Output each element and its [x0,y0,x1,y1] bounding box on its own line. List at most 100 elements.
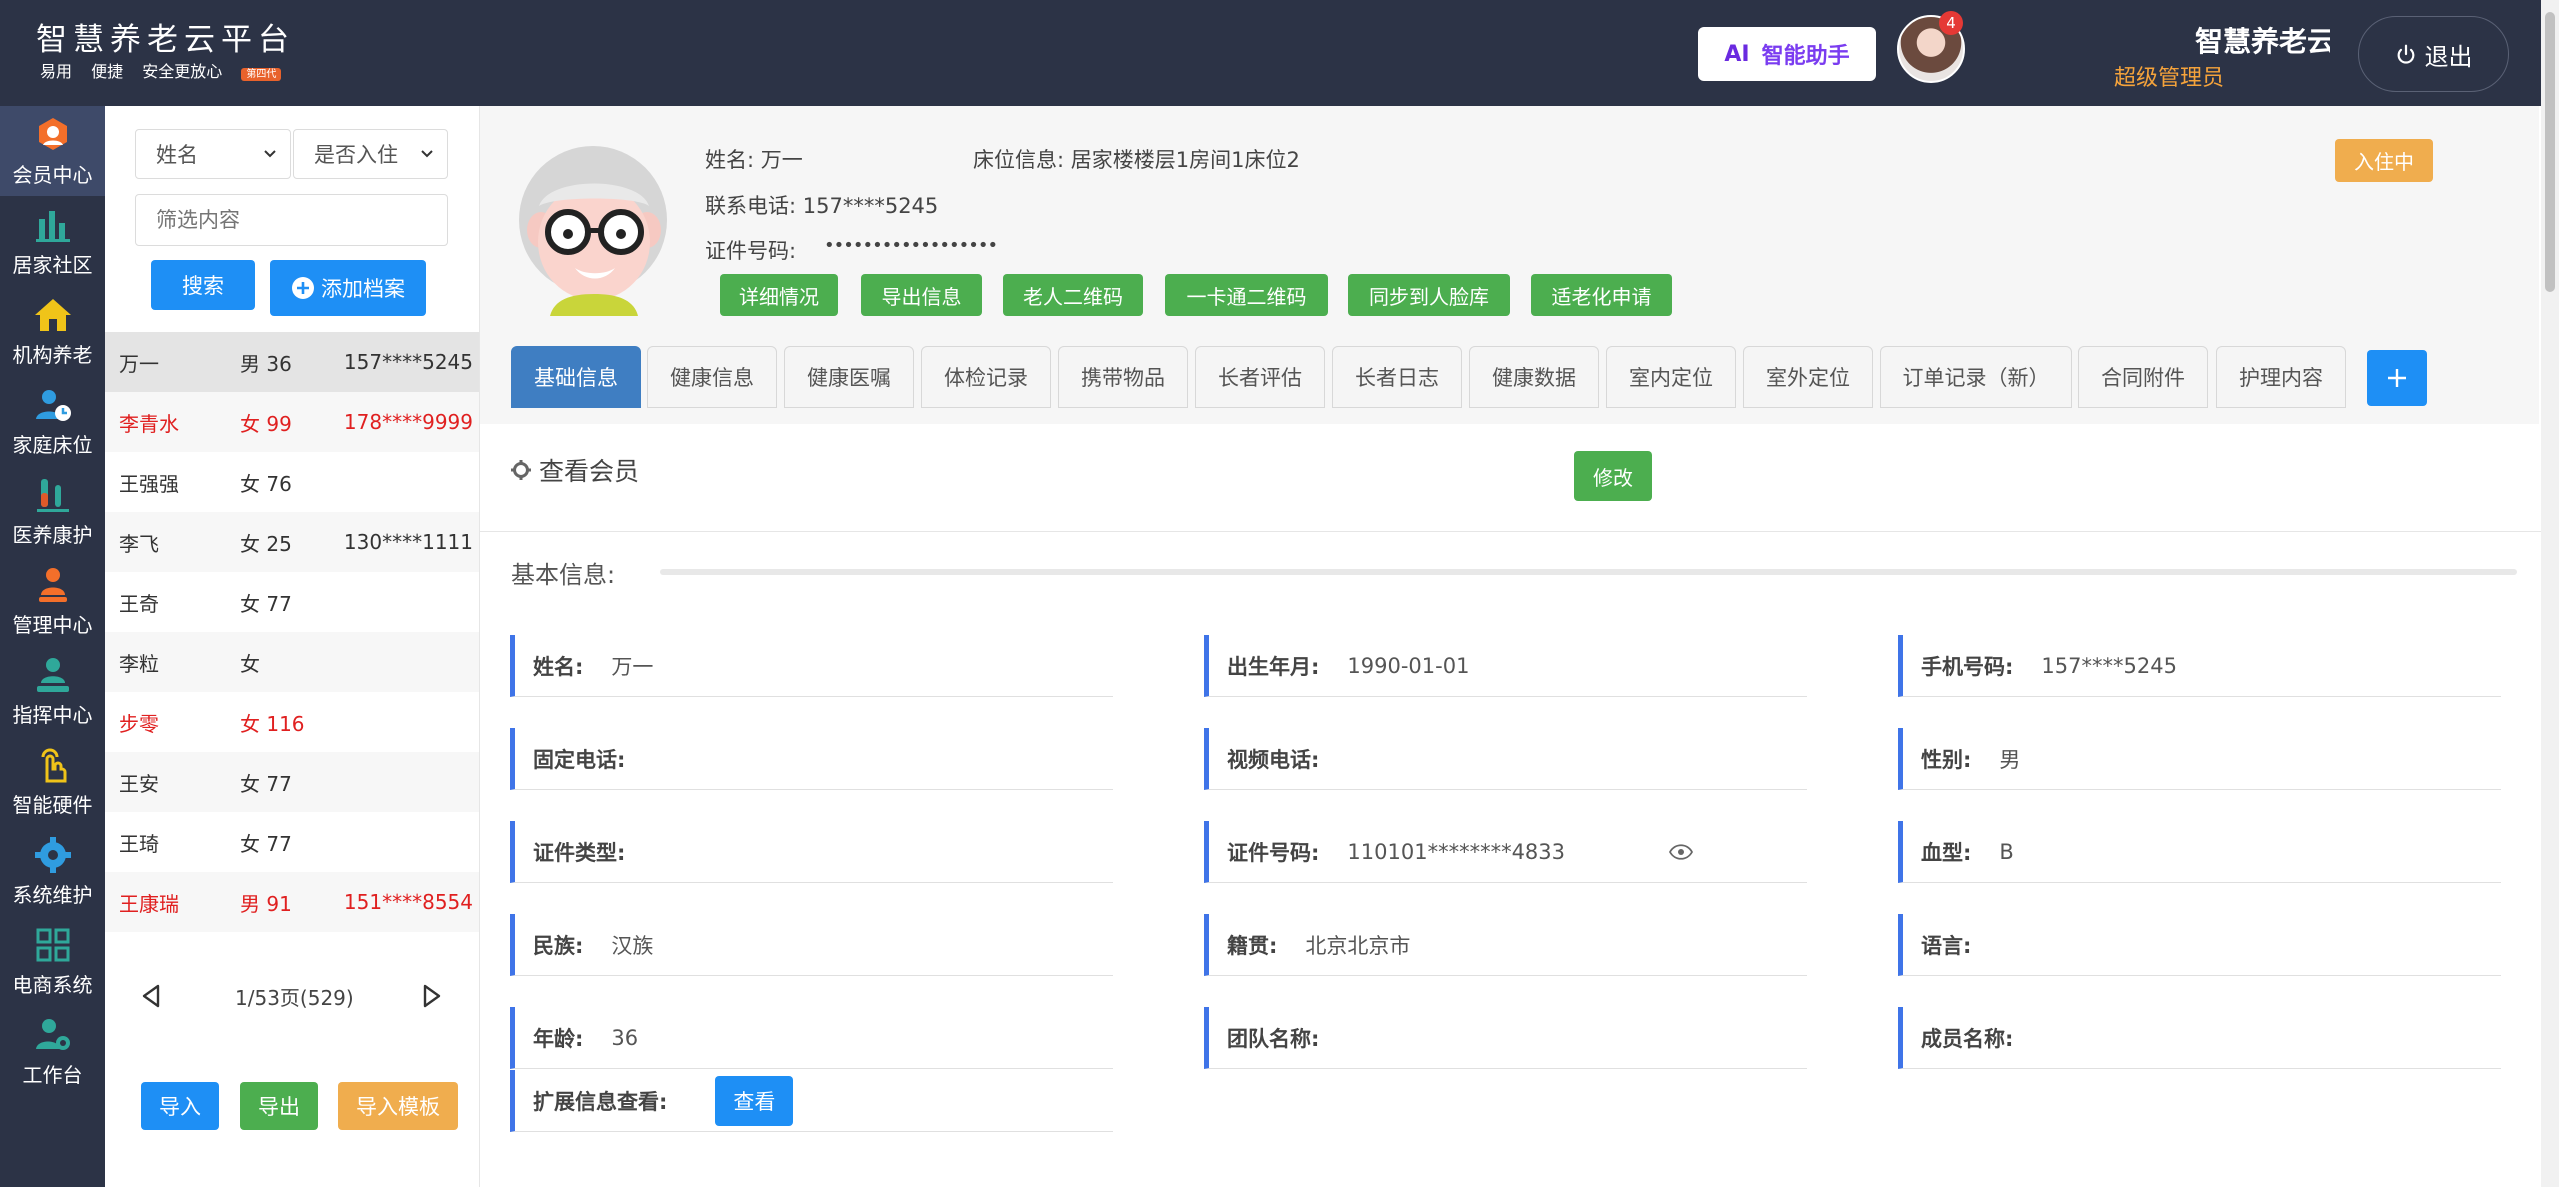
scrollbar-thumb[interactable] [2545,12,2555,292]
tab-basic-info[interactable]: 基础信息 [511,346,641,408]
import-button[interactable]: 导入 [141,1082,219,1130]
member-row[interactable]: 李青水 女 99 178****9999 [105,392,479,452]
sidebar-item-community[interactable]: 居家社区 [0,196,105,286]
aging-apply-button[interactable]: 适老化申请 [1531,274,1672,316]
field-label: 年龄: [533,1026,584,1051]
profile-phone: 联系电话: 157****5245 [705,194,939,218]
field-label: 籍贯: [1227,933,1278,958]
field-extended-info: 扩展信息查看: 查看 [510,1070,1113,1132]
member-name: 李飞 [119,531,159,556]
command-icon [36,658,69,692]
sidebar-label: 居家社区 [12,253,93,277]
prev-page-icon[interactable] [140,983,162,1009]
edit-button[interactable]: 修改 [1574,451,1652,501]
name-select[interactable]: 姓名 [135,129,291,179]
sidebar-item-family-bed[interactable]: 家庭床位 [0,376,105,466]
member-phone: 151****8554 [343,890,473,914]
sidebar-label: 家庭床位 [12,433,93,457]
view-extended-button[interactable]: 查看 [715,1075,794,1126]
field-name: 姓名: 万一 [510,635,1113,697]
member-row[interactable]: 王安 女 77 [105,752,479,812]
tab-care-content[interactable]: 护理内容 [2216,346,2346,408]
member-center-icon [38,118,67,150]
member-phone: 178****9999 [343,410,473,434]
power-icon [2397,44,2414,64]
tab-indoor-location[interactable]: 室内定位 [1606,346,1736,408]
sidebar-item-management[interactable]: 管理中心 [0,556,105,646]
search-button[interactable]: 搜索 [151,260,255,310]
plus-circle-icon [292,277,314,299]
field-gender: 性别: 男 [1898,728,2501,790]
member-row[interactable]: 李粒 女 [105,632,479,692]
add-tab-button[interactable] [2367,350,2427,406]
export-button[interactable]: 导出 [240,1082,318,1130]
member-phone: 130****1111 [343,530,473,554]
field-blood-type: 血型: B [1898,821,2501,883]
member-row[interactable]: 万一 男 36 157****5245 [105,332,479,392]
member-name: 王安 [119,771,159,796]
tab-assessment[interactable]: 长者评估 [1195,346,1325,408]
add-record-button[interactable]: 添加档案 [270,260,426,316]
tab-elder-log[interactable]: 长者日志 [1332,346,1462,408]
member-sex-age: 女 77 [240,831,292,856]
chevron-down-icon [421,150,433,158]
sidebar-item-institution[interactable]: 机构养老 [0,286,105,376]
field-landline: 固定电话: [510,728,1113,790]
tab-health-data[interactable]: 健康数据 [1469,346,1599,408]
member-name: 王奇 [119,591,159,616]
platform-title: 智慧养老云平台 [36,22,295,58]
member-row[interactable]: 步零 女 116 [105,692,479,752]
field-native-place: 籍贯: 北京北京市 [1204,914,1807,976]
sidebar-item-command[interactable]: 指挥中心 [0,646,105,736]
pager: 1/53页(529) [105,965,479,1025]
sidebar-label: 会员中心 [12,163,93,187]
house-icon [34,299,71,331]
sidebar-item-member-center[interactable]: 会员中心 [0,106,105,196]
tab-outdoor-location[interactable]: 室外定位 [1743,346,1873,408]
member-row[interactable]: 王奇 女 77 [105,572,479,632]
basic-info-heading: 基本信息: [511,561,616,589]
main-sidebar: 会员中心 居家社区 机构养老 家庭床位 医养康护 管理中心 指挥中心 智能硬件 … [0,106,105,1187]
tab-health-orders[interactable]: 健康医嘱 [784,346,914,408]
sidebar-item-hardware[interactable]: 智能硬件 [0,736,105,826]
elder-qrcode-button[interactable]: 老人二维码 [1003,274,1143,316]
sidebar-item-workbench[interactable]: 工作台 [0,1006,105,1096]
section-title: 查看会员 [511,452,639,488]
field-value: 1990-01-01 [1347,653,1470,678]
member-row[interactable]: 王康瑞 男 91 151****8554 [105,872,479,932]
status-badge: 入住中 [2335,139,2433,182]
detail-button[interactable]: 详细情况 [720,274,838,316]
member-row[interactable]: 李飞 女 25 130****1111 [105,512,479,572]
tab-exam-records[interactable]: 体检记录 [921,346,1051,408]
sidebar-item-maintenance[interactable]: 系统维护 [0,826,105,916]
tab-order-records[interactable]: 订单记录（新） [1880,346,2072,408]
member-sex-age: 女 77 [240,771,292,796]
tab-health-info[interactable]: 健康信息 [647,346,777,408]
sidebar-item-medical[interactable]: 医养康护 [0,466,105,556]
eye-icon[interactable] [1669,844,1693,860]
next-page-icon[interactable] [421,983,443,1009]
sidebar-item-ecommerce[interactable]: 电商系统 [0,916,105,1006]
filter-input[interactable] [135,194,448,246]
member-row[interactable]: 王强强 女 76 [105,452,479,512]
tab-belongings[interactable]: 携带物品 [1058,346,1188,408]
member-name: 王康瑞 [119,891,179,916]
import-template-button[interactable]: 导入模板 [338,1082,458,1130]
notification-badge[interactable]: 4 [1939,11,1963,35]
member-row[interactable]: 王琦 女 77 [105,812,479,872]
checkin-select[interactable]: 是否入住 [293,129,448,179]
manager-icon [38,568,67,602]
field-value: 男 [1999,747,2021,772]
tab-contract-attachments[interactable]: 合同附件 [2078,346,2208,408]
sync-face-button[interactable]: 同步到人脸库 [1348,274,1510,316]
sidebar-label: 工作台 [22,1063,83,1087]
card-qrcode-button[interactable]: 一卡通二维码 [1165,274,1328,316]
generation-badge: 第四代 [241,68,282,81]
field-language: 语言: [1898,914,2501,976]
member-sex-age: 女 77 [240,591,292,616]
field-value: 北京北京市 [1305,933,1411,958]
logout-button[interactable]: 退出 [2358,16,2509,92]
ai-assistant-button[interactable]: AI 智能助手 [1698,27,1876,81]
family-bed-icon [35,390,71,421]
export-info-button[interactable]: 导出信息 [861,274,982,316]
